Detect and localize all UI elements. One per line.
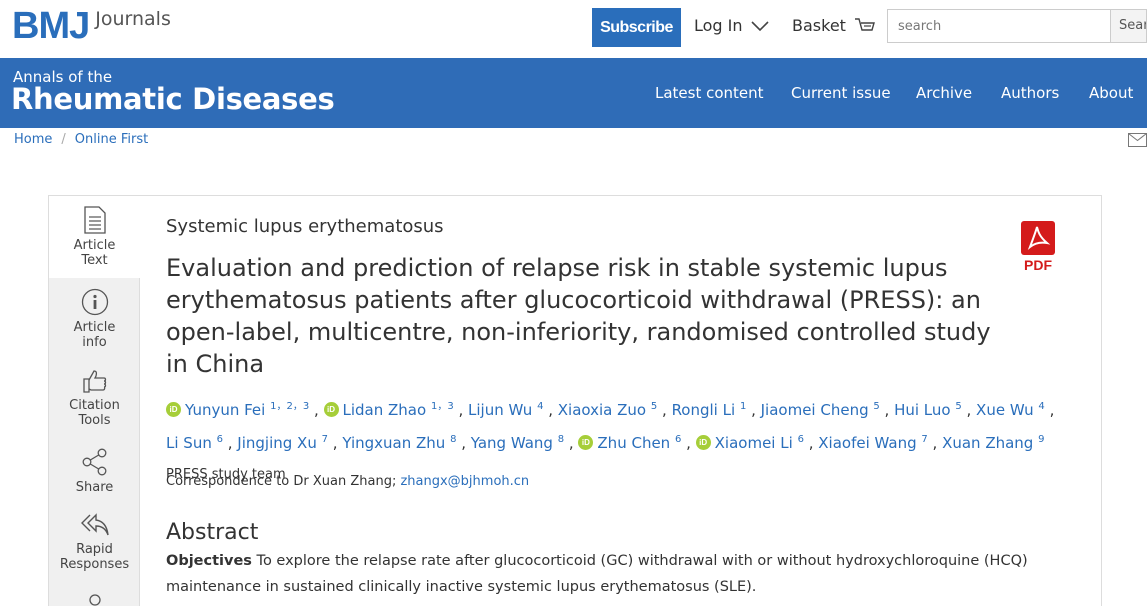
chevron-down-icon: [750, 20, 769, 31]
breadcrumb-separator: /: [61, 132, 66, 147]
sidebar-item-article-info[interactable]: Article info: [49, 288, 140, 350]
nav-current-issue[interactable]: Current issue: [791, 84, 891, 102]
author-link[interactable]: Lidan Zhao 1，3: [343, 401, 454, 419]
pdf-download-link[interactable]: PDF: [1021, 221, 1055, 273]
article-section: Systemic lupus erythematosus: [166, 216, 444, 237]
search-input[interactable]: [887, 9, 1111, 43]
login-menu[interactable]: Log In: [694, 16, 769, 35]
nav-latest-content[interactable]: Latest content: [655, 84, 764, 102]
abstract-objectives: Objectives To explore the relapse rate a…: [166, 548, 1076, 600]
sidebar-item-citation-tools[interactable]: Citation Tools: [49, 368, 140, 428]
bmj-journals-logo[interactable]: BMJ Journals: [12, 6, 171, 46]
author-link[interactable]: Yang Wang 8: [471, 434, 564, 452]
thumbs-up-icon: [82, 370, 106, 393]
pdf-icon: [1021, 221, 1055, 255]
breadcrumb: Home / Online First: [14, 132, 148, 147]
sidebar-item-label: Article Text: [73, 238, 116, 268]
orcid-icon[interactable]: iD: [166, 401, 181, 417]
basket-link[interactable]: Basket: [792, 16, 876, 35]
email-alert-icon[interactable]: [1128, 133, 1147, 147]
basket-label: Basket: [792, 16, 846, 35]
breadcrumb-online-first[interactable]: Online First: [75, 132, 148, 147]
sidebar-item-rapid-responses[interactable]: Rapid Responses: [49, 512, 140, 572]
share-icon: [82, 448, 106, 476]
correspondence-label: Correspondence to Dr Xuan Zhang;: [166, 474, 397, 489]
author-link[interactable]: Xiaofei Wang 7: [818, 434, 928, 452]
sidebar-item-article-text[interactable]: Article Text: [49, 196, 141, 278]
info-icon: [81, 288, 108, 316]
login-label: Log In: [694, 16, 743, 35]
author-link[interactable]: Xiaomei Li 6: [715, 434, 804, 452]
sidebar-item-label: Citation Tools: [69, 398, 120, 428]
nav-archive[interactable]: Archive: [916, 84, 972, 102]
search-button[interactable]: Search: [1111, 9, 1147, 43]
bmj-logo-text: Journals: [95, 8, 171, 30]
author-link[interactable]: Xiaoxia Zuo 5: [558, 401, 657, 419]
orcid-icon[interactable]: iD: [323, 401, 339, 417]
journal-title-line2[interactable]: Rheumatic Diseases: [11, 82, 335, 116]
author-link[interactable]: Li Sun 6: [166, 434, 223, 452]
author-link[interactable]: Xuan Zhang 9: [942, 434, 1044, 452]
objectives-label: Objectives: [166, 553, 252, 569]
subscribe-button[interactable]: Subscribe: [592, 8, 681, 47]
person-icon: [88, 594, 101, 606]
nav-authors[interactable]: Authors: [1001, 84, 1059, 102]
reply-all-icon: [80, 513, 109, 536]
correspondence-email-link[interactable]: zhangx@bjhmoh.cn: [400, 474, 529, 489]
breadcrumb-home[interactable]: Home: [14, 132, 52, 147]
author-link[interactable]: Hui Luo 5: [894, 401, 962, 419]
author-link[interactable]: Jiaomei Cheng 5: [761, 401, 880, 419]
sidebar-item-more[interactable]: [49, 592, 140, 606]
author-link[interactable]: Xue Wu 4: [976, 401, 1045, 419]
sidebar-item-label: Article info: [73, 320, 116, 350]
author-link[interactable]: Lijun Wu 4: [468, 401, 543, 419]
author-link[interactable]: Rongli Li 1: [672, 401, 747, 419]
sidebar-item-label: Share: [75, 480, 114, 495]
orcid-icon[interactable]: iD: [695, 434, 711, 450]
nav-about[interactable]: About: [1089, 84, 1133, 102]
sidebar-item-share[interactable]: Share: [49, 448, 140, 495]
orcid-icon[interactable]: iD: [578, 434, 594, 450]
pdf-label: PDF: [1024, 257, 1052, 273]
cart-icon: [854, 17, 875, 31]
sidebar-item-label: Rapid Responses: [59, 542, 130, 572]
bmj-logo-mark: BMJ: [12, 5, 90, 47]
journal-header: Annals of the Rheumatic Diseases Latest …: [0, 58, 1147, 128]
abstract-heading: Abstract: [166, 520, 259, 545]
author-link[interactable]: Zhu Chen 6: [597, 434, 681, 452]
author-link[interactable]: Jingjing Xu 7: [237, 434, 328, 452]
top-bar: BMJ Journals Subscribe Log In Basket Sea…: [0, 0, 1147, 58]
article-tools-sidebar: ArticleText Articleinfo CitationTools: [49, 196, 141, 606]
author-link[interactable]: Yunyun Fei 1，2，3: [185, 401, 309, 419]
document-icon: [83, 206, 106, 234]
author-link[interactable]: Yingxuan Zhu 8: [342, 434, 456, 452]
correspondence: Correspondence to Dr Xuan Zhang; zhangx@…: [166, 474, 529, 489]
objectives-text: To explore the relapse rate after glucoc…: [166, 553, 1028, 595]
article-title: Evaluation and prediction of relapse ris…: [166, 254, 991, 378]
article-card: ArticleText Articleinfo CitationTools: [48, 195, 1102, 606]
